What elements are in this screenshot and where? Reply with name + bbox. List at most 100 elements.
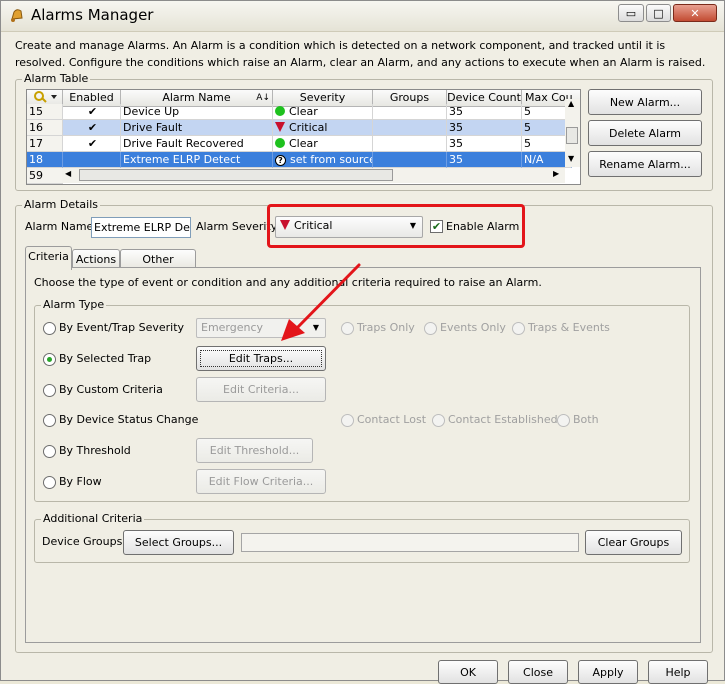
option-flow-label: By Flow [59,475,102,488]
scroll-thumb-horizontal[interactable] [79,169,393,181]
apply-button[interactable]: Apply [578,660,638,684]
table-row[interactable]: 16 ✔ Drive Fault Critical 35 5 [27,120,572,136]
severity-cell: Critical [273,120,373,136]
option-event-trap-severity-label: By Event/Trap Severity [59,321,185,334]
device-count-cell: 35 [447,104,522,120]
select-groups-button[interactable]: Select Groups... [123,530,234,555]
radio-custom-criteria[interactable] [43,384,56,397]
edit-threshold-button[interactable]: Edit Threshold... [196,438,313,463]
close-window-button[interactable]: ✕ [673,4,717,22]
maximize-button[interactable]: □ [646,4,671,22]
enabled-check[interactable] [63,152,121,168]
edit-flow-criteria-button[interactable]: Edit Flow Criteria... [196,469,326,494]
clear-groups-button[interactable]: Clear Groups [585,530,682,555]
minimize-icon: ▭ [625,6,637,20]
severity-cell: ? set from source [273,152,373,168]
option-selected-trap-label: By Selected Trap [59,352,152,365]
alarms-manager-window: Alarms Manager ▭ □ ✕ Create and manage A… [0,0,725,684]
contact-established-label: Contact Established [448,413,558,426]
severity-cell-text: Clear [289,105,318,118]
contact-lost-label: Contact Lost [357,413,427,426]
delete-alarm-button[interactable]: Delete Alarm [588,120,702,146]
scroll-thumb-vertical[interactable] [566,127,578,144]
radio-traps-and-events[interactable] [512,322,525,335]
device-groups-field[interactable] [241,533,579,552]
severity-filter-select[interactable]: Emergency ▼ [196,318,326,338]
device-count-cell: 35 [447,136,522,152]
help-button[interactable]: Help [648,660,708,684]
criteria-instructions: Choose the type of event or condition an… [34,276,542,289]
option-threshold-label: By Threshold [59,444,131,457]
table-row[interactable]: 15 ✔ Device Up Clear 35 5 [27,104,572,120]
traps-only-label: Traps Only [357,321,415,334]
rename-alarm-button[interactable]: Rename Alarm... [588,151,702,177]
severity-cell-text: set from source [290,153,373,166]
alarm-name-cell: Drive Fault Recovered [121,136,273,152]
table-row[interactable]: 17 ✔ Drive Fault Recovered Clear 35 5 [27,136,572,152]
chevron-down-icon: ▼ [312,323,319,332]
alarm-name-label: Alarm Name: [25,220,98,233]
column-header-alarm-name-label: Alarm Name [162,91,231,104]
both-label: Both [573,413,599,426]
alarm-name-cell: Device Up [121,104,273,120]
maximize-icon: □ [653,6,664,20]
row-number: 15 [27,104,63,120]
enabled-check[interactable]: ✔ [63,136,121,152]
close-button[interactable]: Close [508,660,568,684]
radio-device-status-change[interactable] [43,414,56,427]
alarm-details-group-label: Alarm Details [22,198,100,212]
clear-severity-icon [275,138,285,148]
tab-criteria[interactable]: Criteria [25,246,72,270]
radio-threshold[interactable] [43,445,56,458]
table-row-selected[interactable]: 18 Extreme ELRP Detect ? set from source … [27,152,572,168]
edit-criteria-button[interactable]: Edit Criteria... [196,377,326,402]
title-bar[interactable]: Alarms Manager ▭ □ ✕ [1,1,724,32]
edit-traps-button[interactable]: Edit Traps... [196,346,326,371]
radio-selected-trap[interactable] [43,353,56,366]
alarm-name-input[interactable]: Extreme ELRP Detec [91,217,191,238]
scroll-up-icon: ▲ [568,99,575,108]
question-severity-icon: ? [275,155,286,166]
groups-cell [373,152,447,168]
radio-event-trap-severity[interactable] [43,322,56,335]
scroll-left-icon: ◀ [65,169,72,178]
alarm-type-group-label: Alarm Type [41,298,107,312]
events-only-label: Events Only [440,321,506,334]
critical-severity-icon [275,122,285,132]
key-icon [33,91,57,103]
device-count-cell: 35 [447,152,522,168]
scroll-right-icon: ▶ [553,169,560,178]
device-count-cell: 35 [447,120,522,136]
minimize-button[interactable]: ▭ [618,4,644,22]
table-vertical-scrollbar[interactable]: ▲ ▼ [565,99,580,167]
row-number: 18 [27,152,63,168]
new-alarm-button[interactable]: New Alarm... [588,89,702,115]
row-number: 17 [27,136,63,152]
groups-cell [373,104,447,120]
close-icon: ✕ [690,6,700,20]
row-number-footer: 59 [27,168,63,184]
option-device-status-label: By Device Status Change [59,413,199,426]
bell-icon [11,9,23,22]
severity-filter-value: Emergency [201,321,264,334]
table-horizontal-scrollbar[interactable]: ◀ ▶ [62,168,565,183]
radio-flow[interactable] [43,476,56,489]
alarm-name-cell: Extreme ELRP Detect [121,152,273,168]
additional-criteria-group-label: Additional Criteria [41,512,145,526]
description-text: Create and manage Alarms. An Alarm is a … [15,39,706,69]
radio-contact-lost[interactable] [341,414,354,427]
radio-events-only[interactable] [424,322,437,335]
radio-contact-established[interactable] [432,414,445,427]
traps-and-events-label: Traps & Events [528,321,610,334]
groups-cell [373,136,447,152]
radio-traps-only[interactable] [341,322,354,335]
enabled-check[interactable]: ✔ [63,120,121,136]
enabled-check[interactable]: ✔ [63,104,121,120]
ok-button[interactable]: OK [438,660,498,684]
window-title: Alarms Manager [31,6,154,24]
radio-both[interactable] [557,414,570,427]
severity-cell: Clear [273,104,373,120]
alarm-table-group-label: Alarm Table [22,72,91,86]
red-highlight-box [267,204,525,248]
severity-cell-text: Critical [289,121,328,134]
